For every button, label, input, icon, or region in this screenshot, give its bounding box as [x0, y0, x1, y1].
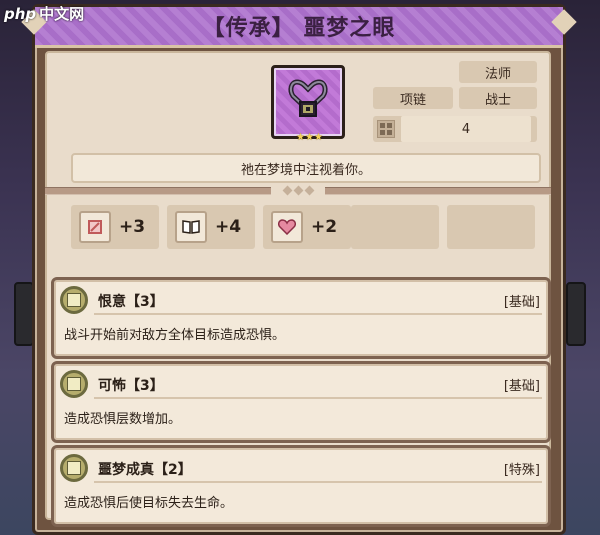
tag-class-mage: 法师 — [459, 61, 537, 83]
effect-panel[interactable]: 恨意【3】 [基础] 战斗开始前对敌方全体目标造成恐惧。 — [51, 277, 551, 359]
heart-necklace-icon — [288, 79, 328, 117]
stat-slot-empty — [351, 205, 439, 249]
effect-name: 可怖【3】 — [98, 378, 164, 394]
item-icon-slot[interactable] — [271, 65, 345, 139]
watermark-cn: 中文网 — [39, 5, 85, 23]
flavor-text: 祂在梦境中注视着你。 — [71, 153, 541, 183]
tag-class-warrior: 战士 — [459, 87, 537, 109]
effect-description: 造成恐惧层数增加。 — [64, 412, 182, 427]
watermark: php 中文网 — [4, 3, 84, 24]
cost-box: 4 — [373, 116, 537, 142]
item-card: 【传承】 噩梦之眼 ★★★ 法师 项链 战士 4 祂在梦境中注视着你。 +3 +… — [32, 4, 566, 535]
cost-value: 4 — [401, 116, 531, 142]
effect-panel[interactable]: 可怖【3】 [基础] 造成恐惧层数增加。 — [51, 361, 551, 443]
heart-icon — [271, 211, 303, 243]
section-divider — [45, 183, 551, 197]
effect-description: 战斗开始前对敌方全体目标造成恐惧。 — [64, 328, 286, 343]
stat-slot-empty — [447, 205, 535, 249]
effect-description: 造成恐惧后使目标失去生命。 — [64, 496, 234, 511]
star-icon: ★ — [313, 132, 323, 143]
attack-icon — [79, 211, 111, 243]
frame-handle-left — [14, 282, 34, 346]
item-card-body: ★★★ 法师 项链 战士 4 祂在梦境中注视着你。 +3 +4 +2 恨意【3】… — [45, 51, 551, 527]
effect-divider — [94, 481, 542, 483]
item-title: 【传承】 噩梦之眼 — [202, 16, 396, 41]
stat-slot-heart[interactable]: +2 — [263, 205, 351, 249]
divider-ornament — [271, 183, 325, 197]
effect-type: [特殊] — [503, 463, 540, 478]
effect-type: [基础] — [503, 295, 540, 310]
stat-slot-book[interactable]: +4 — [167, 205, 255, 249]
effect-badge-icon — [60, 286, 88, 314]
watermark-php: php — [4, 4, 37, 23]
effect-badge-icon — [60, 454, 88, 482]
effect-divider — [94, 397, 542, 399]
stat-value-attack: +3 — [119, 217, 146, 237]
grid-icon — [377, 120, 395, 138]
item-title-bar: 【传承】 噩梦之眼 — [35, 7, 563, 48]
star-icon: ★ — [296, 132, 305, 143]
effect-name: 噩梦成真【2】 — [98, 462, 192, 478]
effect-divider — [94, 313, 542, 315]
star-icon: ★ — [304, 132, 314, 143]
frame-handle-right — [566, 282, 586, 346]
effect-panel[interactable]: 噩梦成真【2】 [特殊] 造成恐惧后使目标失去生命。 — [51, 445, 551, 527]
stat-slot-attack[interactable]: +3 — [71, 205, 159, 249]
effect-name: 恨意【3】 — [98, 294, 164, 310]
stat-value-book: +4 — [215, 217, 242, 237]
effect-badge-icon — [60, 370, 88, 398]
star-rating: ★★★ — [296, 132, 323, 143]
effect-type: [基础] — [503, 379, 540, 394]
book-icon — [175, 211, 207, 243]
stat-value-heart: +2 — [311, 217, 338, 237]
tag-slot-necklace: 项链 — [373, 87, 453, 109]
